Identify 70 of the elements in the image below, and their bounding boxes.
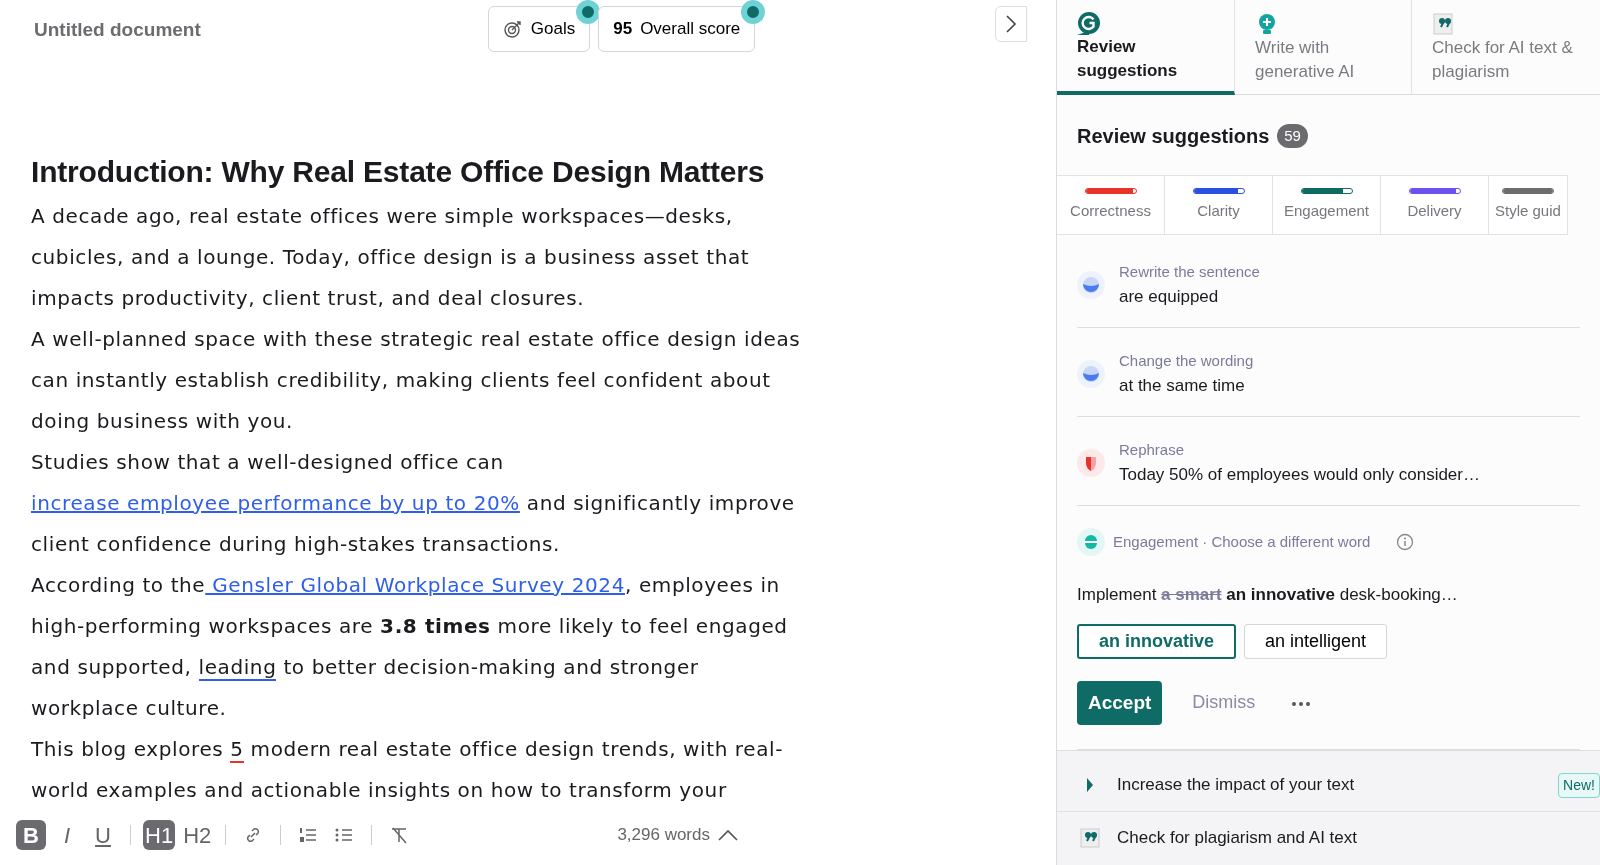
shield-icon [1077, 449, 1105, 477]
category-tab[interactable]: Correctness [1057, 175, 1165, 235]
bolt-icon [1087, 778, 1093, 792]
score-bar [1408, 187, 1461, 194]
numbered-list-icon [298, 825, 319, 845]
score-bar [1501, 187, 1554, 194]
suggestion-item[interactable]: Change the wording at the same time [1077, 328, 1580, 417]
accept-button[interactable]: Accept [1077, 680, 1163, 725]
goals-button[interactable]: Goals [487, 6, 591, 52]
paragraph: Studies show that a well-designed office can increase employee performance by up to 20% and significantly improve client confidence during high-stakes transactions. [31, 449, 796, 558]
chevron-right-icon [1005, 14, 1018, 34]
new-badge: New! [1558, 772, 1600, 798]
flagged-word[interactable]: 5 [230, 737, 244, 763]
link[interactable]: increase employee performance by up to 20% [31, 491, 520, 515]
score-bar [1084, 187, 1137, 194]
panel-tab[interactable]: Check for AI text & plagiarism [1412, 0, 1600, 95]
logo-icon [1077, 10, 1101, 35]
suggestion-text: are equipped [1119, 285, 1220, 308]
feature-item[interactable]: Increase the impact of your text New! [1057, 759, 1600, 811]
suggestion-item[interactable]: Rephrase Today 50% of employees would only consider… [1077, 417, 1580, 506]
clarity-icon [1077, 271, 1105, 299]
heading-1-button[interactable]: H1 [143, 820, 176, 850]
score-bar [1300, 187, 1353, 194]
quote-icon [1432, 12, 1456, 37]
info-icon [1396, 533, 1415, 551]
category-tab[interactable]: Style guid [1489, 175, 1568, 235]
category-tab[interactable]: Engagement [1273, 175, 1381, 235]
score-bar [1192, 187, 1245, 194]
underline-button[interactable]: U [88, 820, 118, 850]
clarity-icon [1077, 360, 1105, 388]
suggestion-type: Rephrase [1119, 440, 1186, 460]
feature-label: Check for plagiarism and AI text [1117, 826, 1357, 849]
panel-heading: Review suggestions [1077, 124, 1270, 149]
document-title[interactable]: Untitled document [34, 16, 201, 45]
option-button[interactable]: an innovative [1077, 623, 1237, 659]
bold-button[interactable]: B [16, 820, 46, 850]
quote-icon [1079, 826, 1101, 849]
paragraph: This blog explores 5 modern real estate office design trends, with real-world examples and actionable insights on how to transform your [31, 736, 784, 804]
engagement-icon [1077, 528, 1105, 556]
target-icon [502, 19, 523, 39]
more-icon [1291, 700, 1312, 707]
count-badge: 59 [1277, 123, 1308, 149]
suggestion-item[interactable]: Rewrite the sentence are equipped [1077, 239, 1580, 328]
collapse-button[interactable] [995, 6, 1028, 42]
suggestion-type: Change the wording [1119, 351, 1254, 371]
category-tab[interactable]: Delivery [1381, 175, 1489, 235]
panel-tab[interactable]: Review suggestions [1057, 0, 1235, 95]
feature-label: Increase the impact of your text [1117, 774, 1355, 797]
clear-format-icon [389, 825, 410, 845]
score-button[interactable]: 95 Overall score [598, 6, 756, 52]
suggestion-type: Rewrite the sentence [1119, 262, 1260, 282]
suggestion-sentence: Implement a smart an innovative desk-booking… [1077, 584, 1459, 606]
paragraph: According to the Gensler Global Workplace Survey 2024, employees in high-performing workspaces are 3.8 times more likely to feel engaged and supported, leading to better decision-making and stronger workplace culture. [31, 572, 789, 722]
word-count-button[interactable]: 3,296 words [615, 820, 740, 850]
document-heading: Introduction: Why Real Estate Office Design Matters [31, 154, 766, 190]
category-tab[interactable]: Clarity [1165, 175, 1273, 235]
italic-button[interactable]: I [52, 820, 82, 850]
suggestion-type: Engagement · Choose a different word [1113, 531, 1371, 552]
feature-item[interactable]: Check for plagiarism and AI text [1057, 811, 1600, 863]
heading-2-button[interactable]: H2 [181, 820, 214, 850]
paragraph: A well-planned space with these strategic real estate office design ideas can instantly establish credibility, making clients feel confident about doing business with you. [31, 326, 802, 435]
panel-tab[interactable]: Write with generative AI [1235, 0, 1412, 95]
paragraph: A decade ago, real estate offices were simple workspaces—desks, cubicles, and a lounge. Today, office design is a business asset that impacts productivity, client trust, and deal closures. [31, 203, 751, 312]
flagged-word[interactable]: leading [198, 655, 277, 681]
dismiss-button[interactable]: Dismiss [1186, 688, 1262, 718]
caret-up-icon [718, 829, 738, 841]
suggestion-text: Today 50% of employees would only consider… [1119, 463, 1480, 486]
option-button[interactable]: an intelligent [1244, 623, 1388, 659]
link[interactable]: Gensler Global Workplace Survey 2024 [205, 573, 625, 597]
suggestion-text: at the same time [1119, 374, 1246, 397]
